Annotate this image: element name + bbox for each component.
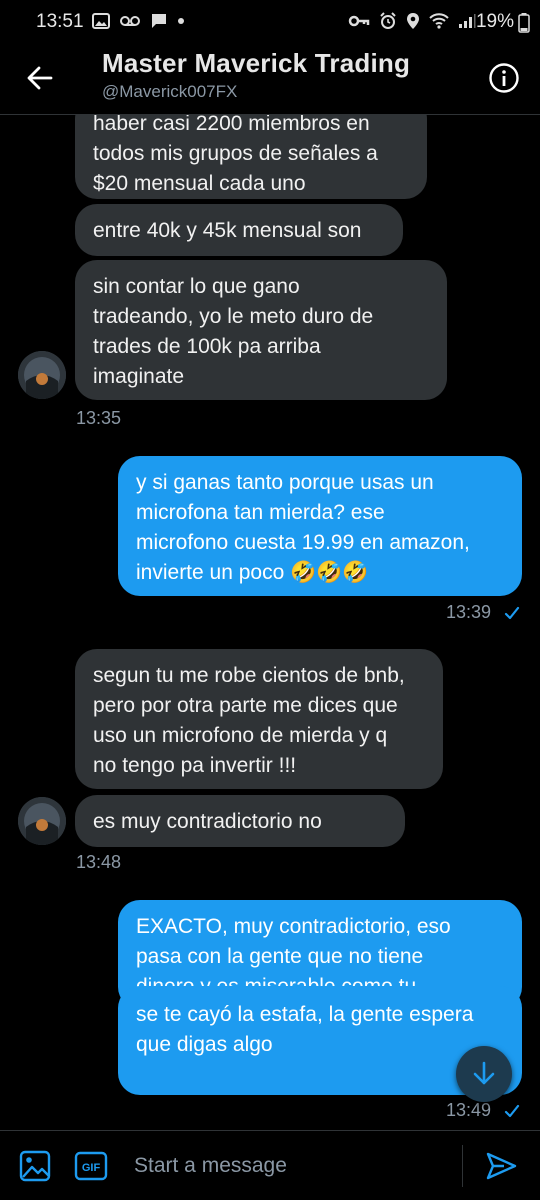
- conversation-handle: @Maverick007FX: [102, 82, 238, 101]
- arrow-left-icon: [27, 66, 53, 90]
- alarm-icon: [380, 12, 396, 29]
- avatar-image: [18, 351, 66, 399]
- dot-icon: [178, 18, 184, 24]
- info-button[interactable]: [486, 60, 522, 96]
- received-message[interactable]: segun tu me robe cientos de bnb, pero po…: [75, 649, 443, 789]
- image-icon: [19, 1150, 51, 1182]
- avatar-image: [18, 797, 66, 845]
- received-message[interactable]: es muy contradictorio no: [75, 795, 405, 847]
- add-gif-button[interactable]: GIF: [74, 1151, 108, 1181]
- sent-check-icon: [504, 1104, 520, 1118]
- chat-icon: [152, 14, 166, 28]
- add-image-button[interactable]: [18, 1149, 52, 1183]
- location-icon: [407, 13, 419, 29]
- sent-message[interactable]: y si ganas tanto porque usas un microfon…: [118, 456, 522, 596]
- avatar[interactable]: [18, 351, 66, 399]
- battery-icon: [518, 13, 530, 33]
- gif-icon: GIF: [74, 1151, 108, 1181]
- info-icon: [489, 63, 519, 93]
- scroll-to-bottom-button[interactable]: [456, 1046, 512, 1102]
- conversation-title[interactable]: Master Maverick Trading: [102, 48, 410, 79]
- message-timestamp: 13:49: [446, 1100, 492, 1120]
- message-list[interactable]: haber casi 2200 miembros en todos mis gr…: [0, 115, 540, 1130]
- key-icon: [348, 15, 370, 27]
- wifi-icon: [429, 13, 449, 29]
- arrow-down-icon: [473, 1061, 495, 1085]
- message-timestamp: 13:35: [76, 408, 122, 428]
- signal-icon: [459, 14, 476, 28]
- received-message[interactable]: entre 40k y 45k mensual son: [75, 204, 403, 256]
- received-message[interactable]: haber casi 2200 miembros en todos mis gr…: [75, 115, 427, 199]
- battery-percent: 19%: [475, 11, 514, 32]
- voicemail-icon: [120, 16, 140, 26]
- back-button[interactable]: [22, 60, 58, 96]
- message-timestamp: 13:48: [76, 852, 122, 872]
- received-message[interactable]: sin contar lo que gano tradeando, yo le …: [75, 260, 447, 400]
- avatar[interactable]: [18, 797, 66, 845]
- conversation-header: Master Maverick Trading @Maverick007FX: [0, 44, 540, 114]
- status-right-icons: [348, 12, 476, 30]
- sent-check-icon: [504, 606, 520, 620]
- message-input[interactable]: [132, 1145, 456, 1187]
- status-bar: 13:51 19%: [0, 0, 540, 44]
- send-icon: [486, 1152, 517, 1180]
- status-left-icons: [92, 12, 185, 30]
- send-button[interactable]: [484, 1149, 518, 1183]
- message-composer: GIF: [0, 1131, 540, 1200]
- status-time: 13:51: [36, 11, 84, 32]
- message-timestamp: 13:39: [446, 602, 492, 622]
- composer-separator: [462, 1145, 463, 1187]
- gallery-icon: [92, 13, 110, 29]
- gif-label: GIF: [82, 1162, 101, 1174]
